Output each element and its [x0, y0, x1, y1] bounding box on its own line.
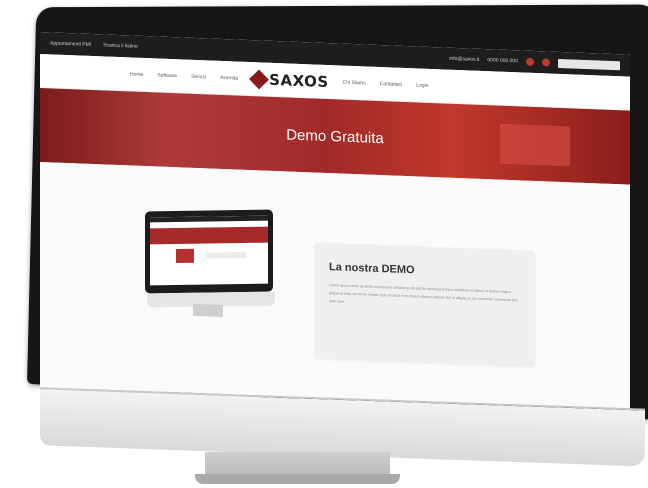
monitor-mockup: Appuntamenti PMI Scarica il listino info… — [0, 0, 648, 488]
nav-item-home[interactable]: Home — [130, 71, 143, 78]
mini-monitor-bezel — [145, 209, 273, 294]
nav-item-software[interactable]: Software — [157, 72, 177, 79]
topbar-link-listino[interactable]: Scarica il listino — [103, 42, 137, 49]
nav-item-azienda[interactable]: Azienda — [220, 74, 238, 81]
topbar-phone[interactable]: 0000 000 000 — [487, 57, 518, 64]
nav-item-login[interactable]: Login — [416, 82, 428, 88]
main-content: La nostra DEMO Lorem ipsum dolor sit ame… — [40, 162, 630, 410]
topbar-link-appointments[interactable]: Appuntamenti PMI — [50, 40, 91, 48]
nav-item-servizi[interactable]: Servizi — [191, 73, 206, 80]
monitor-screen: Appuntamenti PMI Scarica il listino info… — [40, 32, 630, 410]
linkedin-icon[interactable] — [542, 58, 550, 67]
card-title: La nostra DEMO — [329, 261, 415, 277]
mini-monitor-stand — [193, 303, 223, 318]
logo-mark-icon — [249, 69, 270, 89]
mini-text-block — [206, 251, 246, 259]
nav-item-contattaci[interactable]: Contattaci — [380, 81, 403, 88]
facebook-icon[interactable] — [526, 57, 534, 66]
card-body: Lorem ipsum dolor sit amet consectetur a… — [329, 283, 518, 304]
mini-topbar — [150, 215, 268, 223]
site-logo[interactable]: SAXOS — [249, 69, 329, 91]
mini-monitor-screen — [150, 215, 268, 286]
logo-text: SAXOS — [269, 70, 329, 91]
mini-image — [176, 248, 194, 263]
monitor-stand-base — [195, 474, 400, 484]
topbar-email[interactable]: info@saxos.it — [449, 56, 479, 63]
search-input[interactable] — [558, 58, 620, 70]
nav-item-chi-siamo[interactable]: Chi Siamo — [343, 79, 366, 86]
demo-info-card: La nostra DEMO Lorem ipsum dolor sit ame… — [315, 242, 535, 367]
page-title: Demo Gratuita — [286, 125, 384, 147]
mini-hero — [150, 226, 268, 245]
demo-illustration — [145, 208, 275, 323]
